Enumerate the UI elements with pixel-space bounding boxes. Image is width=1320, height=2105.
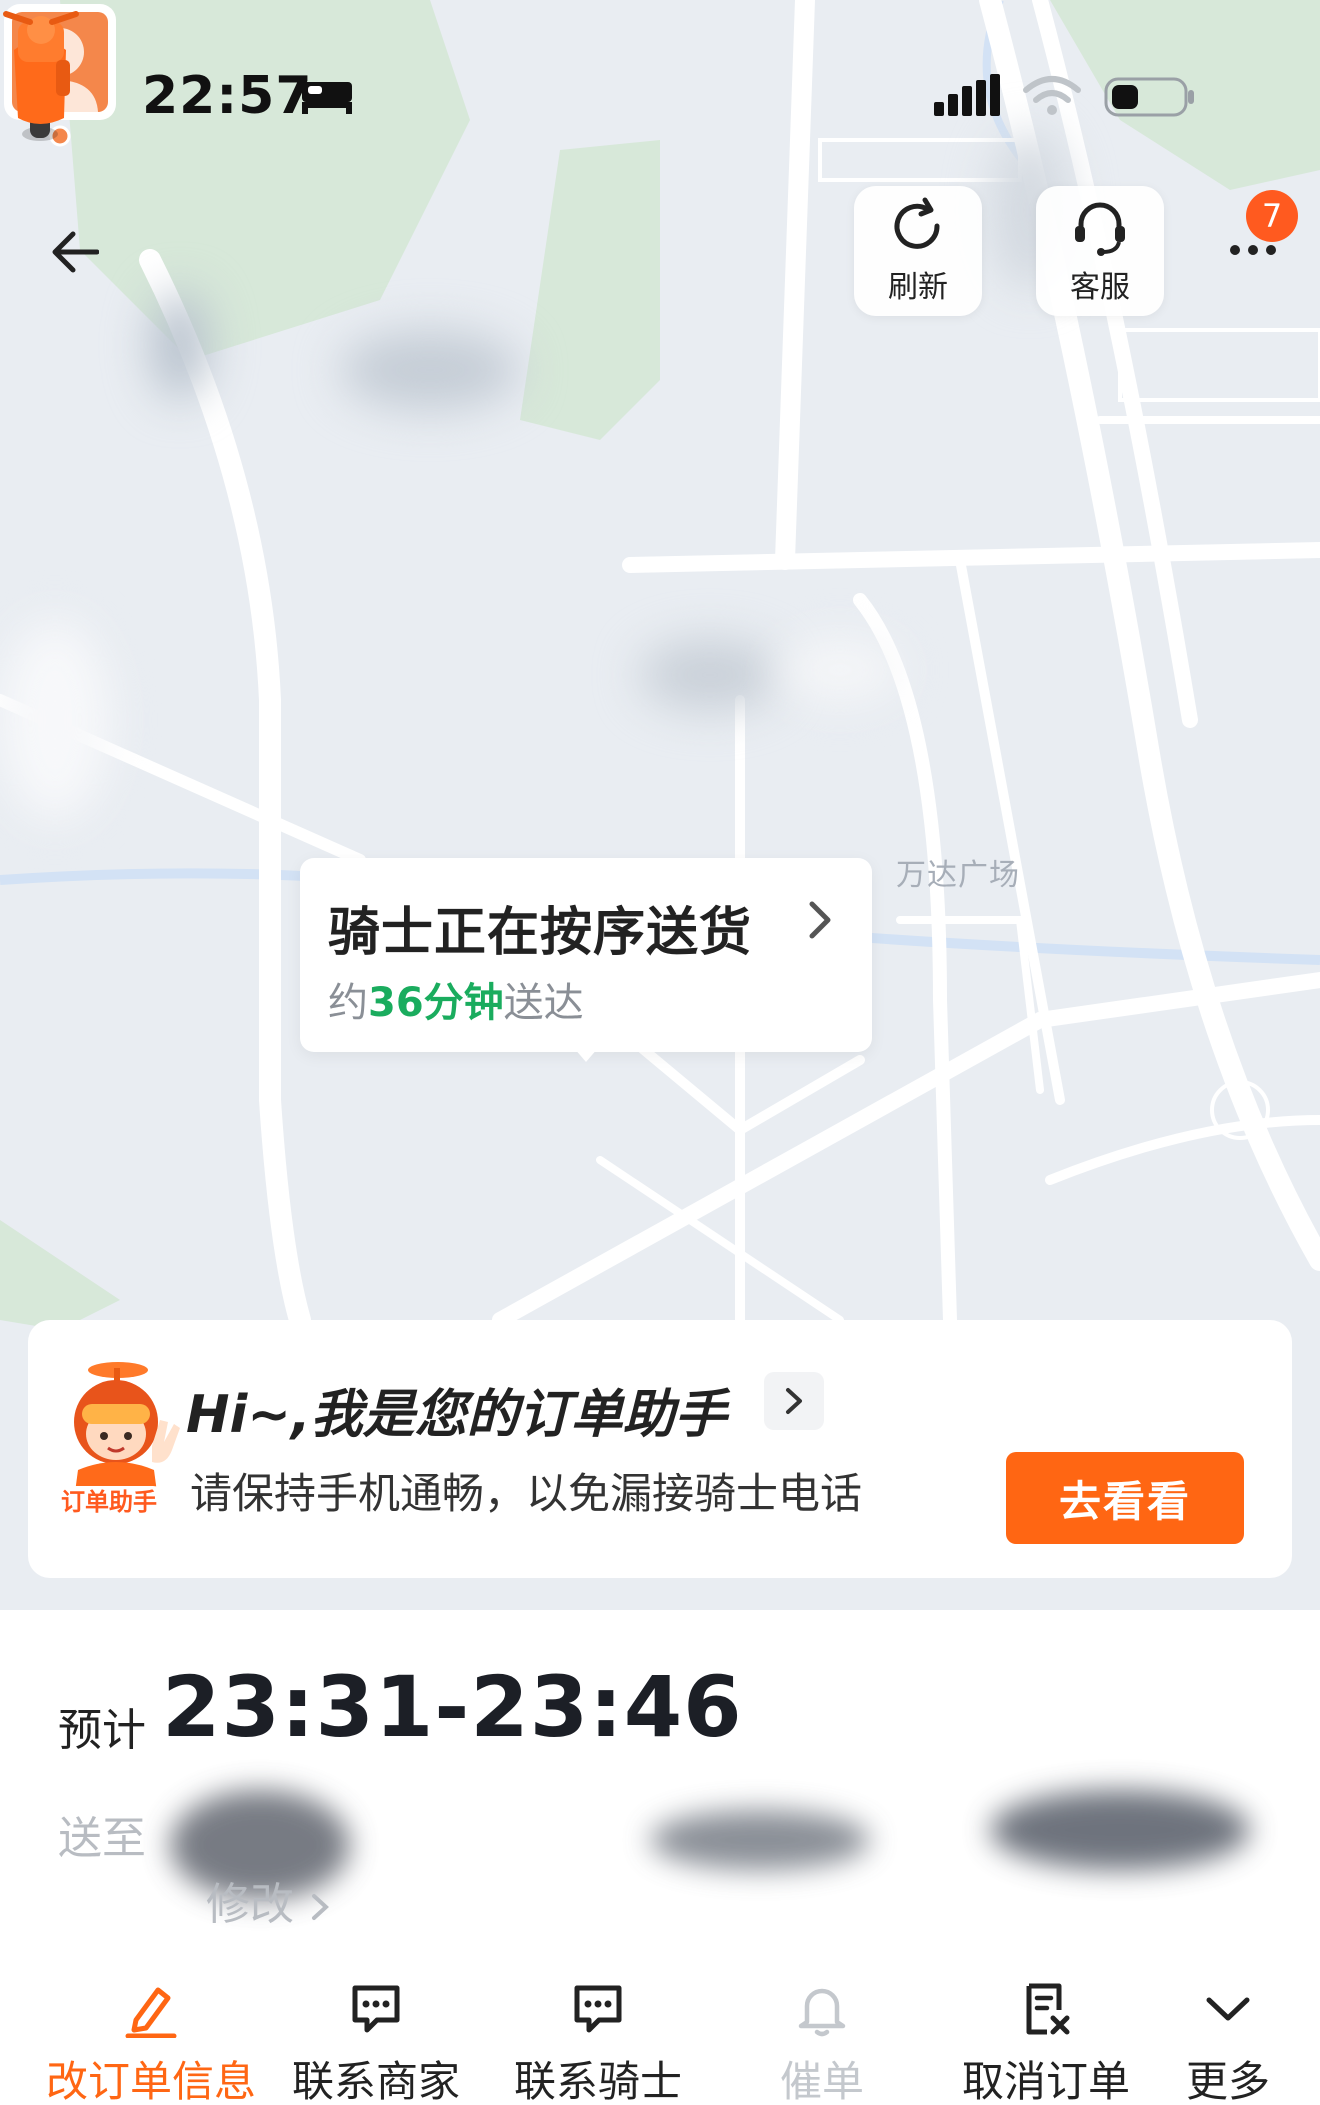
wifi-icon bbox=[1023, 76, 1081, 115]
delivery-status-bubble[interactable]: 骑士正在按序送货 约36分钟送达 bbox=[300, 858, 872, 1052]
sleep-mode-icon bbox=[302, 82, 352, 114]
urge-order-button[interactable]: 催单 bbox=[780, 1980, 864, 2105]
edit-label: 修改 bbox=[206, 1879, 294, 1930]
cancel-order-button[interactable]: 取消订单 bbox=[962, 1980, 1130, 2105]
chevron-right-icon bbox=[312, 1894, 329, 1920]
refresh-label: 刷新 bbox=[888, 270, 948, 305]
order-info-panel: 预计 23:31-23:46 送至 修改 改订单信息 联系商家 联系骑士 催单 … bbox=[0, 1610, 1320, 2105]
contact-rider-button[interactable]: 联系骑士 bbox=[514, 1980, 682, 2105]
action-label: 联系骑士 bbox=[514, 2057, 683, 2105]
address-redaction bbox=[990, 1790, 1250, 1870]
status-time: 22:57 bbox=[142, 66, 313, 126]
address-redaction bbox=[650, 1810, 870, 1870]
eta-suffix: 送达 bbox=[503, 980, 584, 1026]
chevron-right-icon bbox=[809, 901, 831, 939]
action-label: 联系商家 bbox=[292, 2057, 461, 2105]
chevron-right-icon bbox=[786, 1388, 802, 1414]
address-label: 送至 bbox=[58, 1813, 146, 1864]
eta-range: 23:31-23:46 bbox=[162, 1658, 743, 1756]
assistant-title: Hi~,我是您的订单助手 bbox=[186, 1385, 727, 1445]
bubble-tail bbox=[574, 1048, 598, 1062]
map-blur-patch bbox=[640, 640, 780, 710]
eta-range-prefix: 预计 bbox=[58, 1705, 146, 1756]
rider-scooter-marker[interactable] bbox=[0, 0, 82, 146]
customer-service-button[interactable]: 客服 bbox=[1036, 186, 1164, 316]
more-actions-button[interactable]: 更多 bbox=[1186, 1980, 1270, 2105]
refresh-icon bbox=[894, 197, 940, 249]
refresh-button[interactable]: 刷新 bbox=[854, 186, 982, 316]
chat-bubble-icon bbox=[352, 1985, 400, 2033]
assistant-message: 请保持手机通畅，以免漏接骑士电话 bbox=[190, 1469, 863, 1518]
customer-service-label: 客服 bbox=[1070, 270, 1130, 305]
delivery-status-title: 骑士正在按序送货 bbox=[328, 903, 753, 963]
place-label: 万达广场 bbox=[896, 858, 1020, 893]
map-blur-patch bbox=[150, 290, 210, 400]
contact-merchant-button[interactable]: 联系商家 bbox=[292, 1980, 460, 2105]
map-blur-patch bbox=[340, 330, 520, 410]
eta-minutes: 36分钟 bbox=[368, 980, 504, 1026]
battery-icon bbox=[1104, 77, 1194, 117]
notification-badge: 7 bbox=[1246, 190, 1298, 242]
action-label: 取消订单 bbox=[962, 2057, 1131, 2105]
map-blur-patch bbox=[0, 620, 110, 820]
delivery-eta-text: 约36分钟送达 bbox=[328, 970, 584, 1028]
action-label: 更多 bbox=[1186, 2057, 1271, 2105]
bell-icon bbox=[798, 1988, 846, 2037]
headset-icon bbox=[1075, 202, 1125, 256]
order-assistant-card[interactable]: 订单助手 Hi~,我是您的订单助手 请保持手机通畅，以免漏接骑士电话 去看看 bbox=[28, 1320, 1292, 1578]
eta-prefix: 约 bbox=[328, 980, 368, 1026]
chat-bubble-icon bbox=[574, 1985, 622, 2033]
cancel-document-icon bbox=[1026, 1983, 1070, 2035]
order-action-bar: 改订单信息 联系商家 联系骑士 催单 取消订单 更多 bbox=[0, 1980, 1320, 2105]
assistant-detail-button[interactable] bbox=[764, 1372, 824, 1430]
action-label: 改订单信息 bbox=[46, 2057, 257, 2105]
back-button[interactable] bbox=[44, 222, 104, 282]
assistant-mascot-avatar: 订单助手 bbox=[48, 1362, 180, 1520]
signal-icon bbox=[934, 74, 1000, 116]
assistant-tag-text: 订单助手 bbox=[61, 1488, 157, 1516]
chevron-down-icon bbox=[1206, 1997, 1250, 2021]
map-blur-patch bbox=[780, 640, 900, 700]
back-arrow-icon bbox=[52, 231, 99, 273]
edit-pencil-icon bbox=[125, 1987, 177, 2038]
go-check-button[interactable]: 去看看 bbox=[1006, 1452, 1244, 1544]
edit-address-link[interactable]: 修改 bbox=[206, 1868, 332, 1932]
more-dots-icon bbox=[1230, 245, 1276, 255]
action-label: 催单 bbox=[780, 2057, 865, 2105]
edit-order-button[interactable]: 改订单信息 bbox=[46, 1980, 256, 2105]
